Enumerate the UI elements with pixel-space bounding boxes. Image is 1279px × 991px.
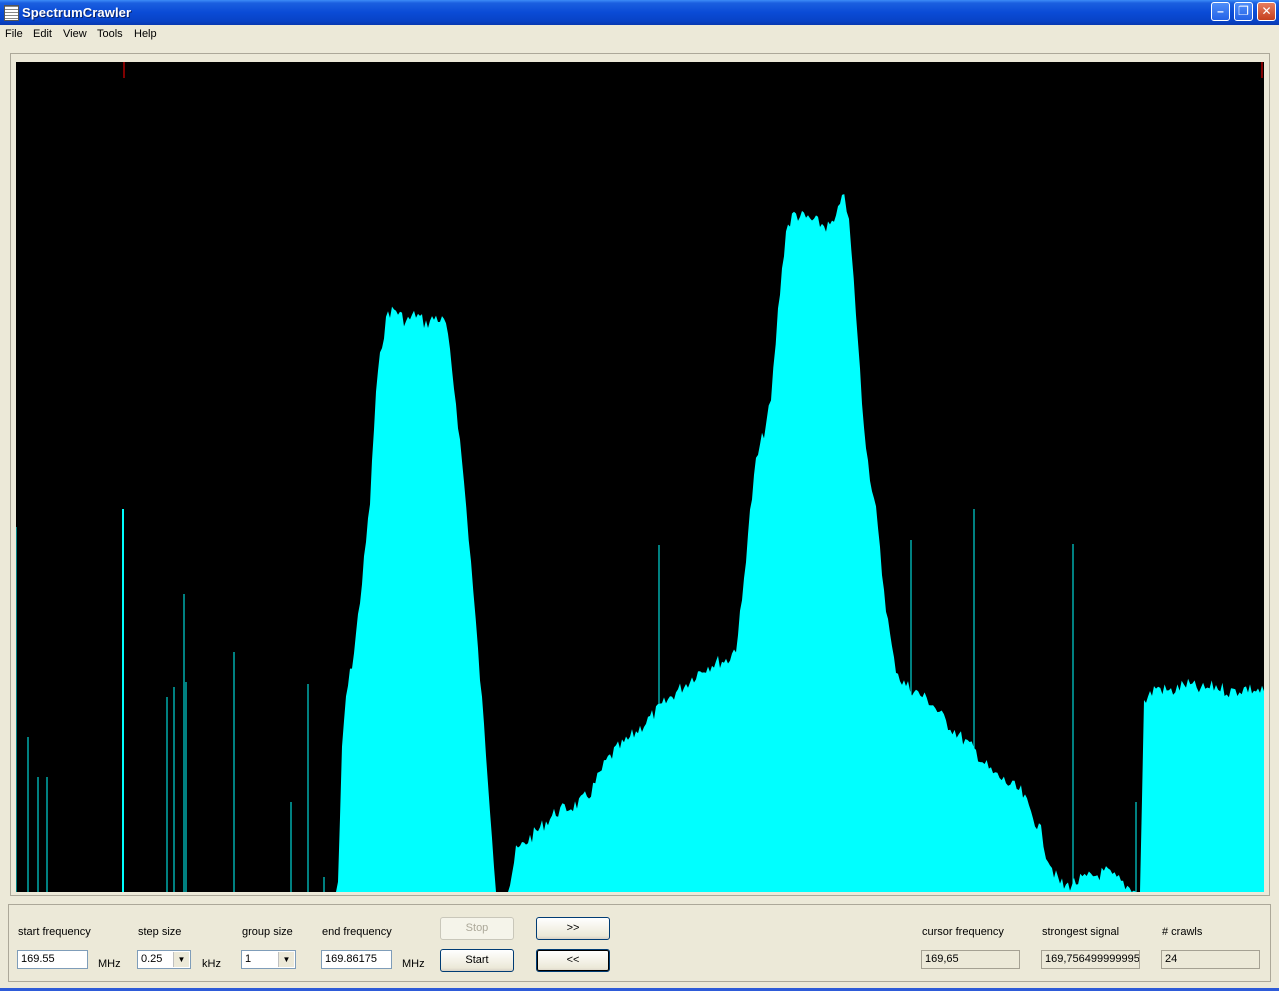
start-frequency-unit: MHz xyxy=(98,958,121,970)
menu-bar: File Edit View Tools Help xyxy=(0,25,1279,45)
start-button[interactable]: Start xyxy=(440,949,514,972)
step-size-select[interactable]: 0.25 ▼ xyxy=(137,950,191,969)
minimize-button[interactable]: – xyxy=(1211,2,1230,21)
cursor-frequency-value: 169,65 xyxy=(921,950,1020,969)
step-size-unit: kHz xyxy=(202,958,221,970)
crawls-label: # crawls xyxy=(1162,926,1203,938)
app-icon xyxy=(4,5,19,21)
cursor-frequency-label: cursor frequency xyxy=(922,926,1004,938)
close-icon: ✕ xyxy=(1261,4,1272,18)
spectrum-trace xyxy=(16,194,1264,892)
title-bar[interactable]: SpectrumCrawler – ❐ ✕ xyxy=(0,0,1279,25)
menu-edit[interactable]: Edit xyxy=(33,28,52,40)
strongest-signal-label: strongest signal xyxy=(1042,926,1120,938)
end-frequency-label: end frequency xyxy=(322,926,392,938)
restore-button[interactable]: ❐ xyxy=(1234,2,1253,21)
chevron-down-icon[interactable]: ▼ xyxy=(278,952,294,967)
back-button[interactable]: << xyxy=(536,949,610,972)
menu-tools[interactable]: Tools xyxy=(97,28,123,40)
menu-file[interactable]: File xyxy=(5,28,23,40)
stop-button[interactable]: Stop xyxy=(440,917,514,940)
end-frequency-unit: MHz xyxy=(402,958,425,970)
strongest-signal-value: 169,756499999995 xyxy=(1041,950,1140,969)
spectrum-display[interactable] xyxy=(16,62,1264,892)
menu-help[interactable]: Help xyxy=(134,28,157,40)
crawls-value: 24 xyxy=(1161,950,1260,969)
window-title: SpectrumCrawler xyxy=(22,5,132,20)
menu-view[interactable]: View xyxy=(63,28,87,40)
step-size-label: step size xyxy=(138,926,182,938)
end-frequency-input[interactable]: 169.86175 xyxy=(321,950,392,969)
forward-button[interactable]: >> xyxy=(536,917,610,940)
chevron-down-icon[interactable]: ▼ xyxy=(173,952,189,967)
group-size-label: group size xyxy=(242,926,293,938)
group-size-value: 1 xyxy=(245,953,252,965)
step-size-value: 0.25 xyxy=(141,953,163,965)
close-button[interactable]: ✕ xyxy=(1257,2,1276,21)
group-size-select[interactable]: 1 ▼ xyxy=(241,950,296,969)
controls-panel: start frequency 169.55 MHz step size 0.2… xyxy=(8,904,1271,982)
start-frequency-input[interactable]: 169.55 xyxy=(17,950,88,969)
minimize-icon: – xyxy=(1217,4,1224,18)
restore-icon: ❐ xyxy=(1238,4,1249,18)
start-frequency-label: start frequency xyxy=(18,926,91,938)
